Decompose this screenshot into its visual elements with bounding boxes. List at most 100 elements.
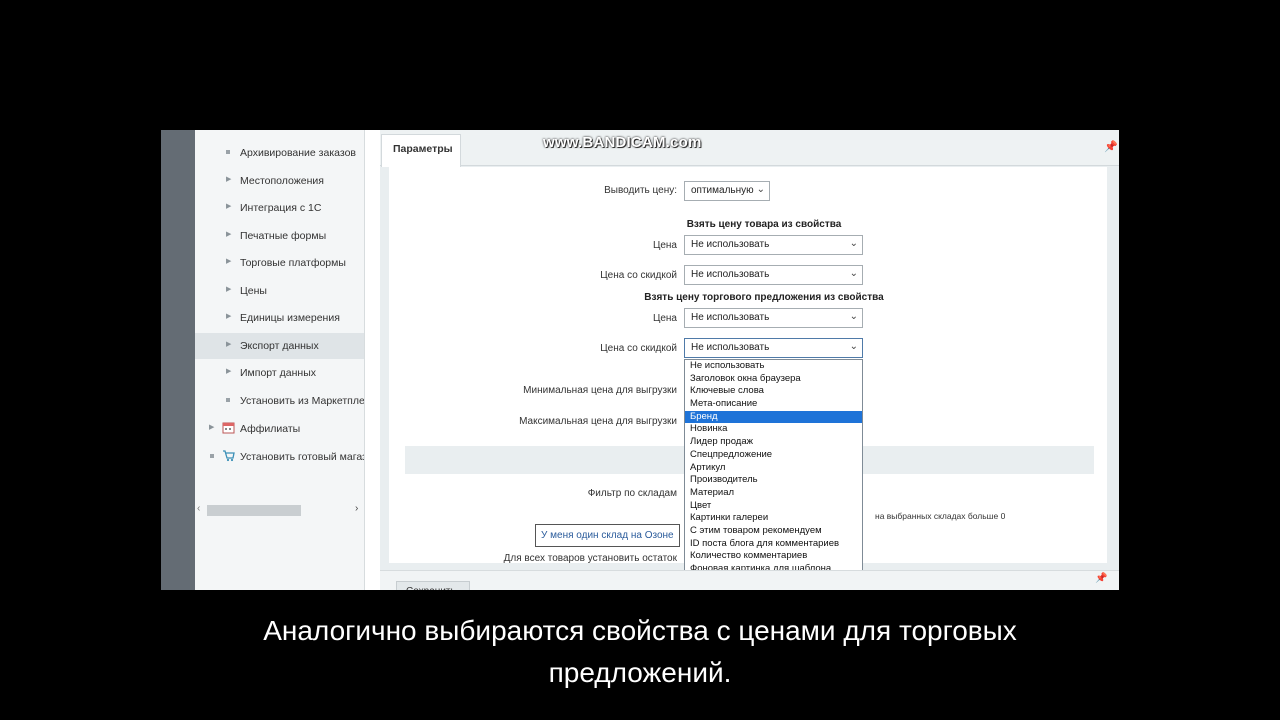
expand-arrow-icon[interactable]: ▶ — [226, 257, 231, 265]
expand-arrow-icon[interactable]: ▶ — [226, 340, 231, 348]
chevron-down-icon: ⌄ — [756, 184, 765, 195]
output-price-select[interactable]: оптимальную ⌄ — [684, 181, 770, 201]
sidebar-item-label: Местоположения — [240, 175, 324, 187]
parameters-form: Выводить цену: оптимальную ⌄ Взять цену … — [389, 167, 1107, 590]
sidebar-item-units[interactable]: ▶ Единицы измерения — [195, 305, 364, 331]
all-products-stock-label: Для всех товаров установить остаток — [503, 553, 677, 564]
scrollbar-thumb[interactable] — [207, 505, 301, 516]
expand-arrow-icon[interactable]: ▶ — [209, 423, 214, 431]
sidebar-item-label: Экспорт данных — [240, 340, 319, 352]
select-value: оптимальную — [691, 185, 754, 196]
offer-discount-price-dropdown[interactable]: Не использовать Заголовок окна браузера Кл… — [684, 359, 863, 590]
pin-icon[interactable]: 📌 — [1104, 140, 1118, 153]
sidebar-item-label: Архивирование заказов — [240, 147, 356, 159]
sidebar-item-label: Установить из Маркетплейса — [240, 395, 365, 407]
output-price-label: Выводить цену: — [604, 185, 677, 196]
dropdown-option[interactable]: Новинка — [685, 423, 862, 436]
bullet-icon — [210, 454, 214, 458]
save-button[interactable]: Сохранить — [396, 581, 470, 590]
sidebar-item-data-import[interactable]: ▶ Импорт данных — [195, 360, 364, 386]
dropdown-option[interactable]: Картинки галереи — [685, 512, 862, 525]
select-value: Не использовать — [691, 269, 770, 280]
sidebar-item-affiliates[interactable]: ▶ Аффилиаты — [195, 416, 364, 442]
scroll-right-icon[interactable]: › — [355, 503, 358, 514]
shopping-cart-icon — [223, 450, 235, 462]
subtitle-line: предложений. — [548, 657, 732, 688]
chevron-down-icon: ⌄ — [849, 311, 858, 322]
dropdown-option[interactable]: ID поста блога для комментариев — [685, 538, 862, 551]
discount-price-select[interactable]: Не использовать ⌄ — [684, 265, 863, 285]
tab-bar: Параметры 📌 — [380, 130, 1119, 167]
expand-arrow-icon[interactable]: ▶ — [226, 312, 231, 320]
dropdown-option[interactable]: Мета-описание — [685, 398, 862, 411]
video-subtitle: Аналогично выбираются свойства с ценами … — [140, 610, 1140, 694]
sidebar-item-label: Цены — [240, 285, 267, 297]
dropdown-option[interactable]: Цвет — [685, 500, 862, 513]
dropdown-option[interactable]: Артикул — [685, 462, 862, 475]
dropdown-option[interactable]: Материал — [685, 487, 862, 500]
sidebar-item-label: Единицы измерения — [240, 312, 340, 324]
price-select[interactable]: Не использовать ⌄ — [684, 235, 863, 255]
bullet-icon — [226, 150, 230, 154]
one-stock-button[interactable]: У меня один склад на Озоне — [535, 524, 680, 547]
chevron-down-icon: ⌄ — [849, 268, 858, 279]
subtitle-line: Аналогично выбираются свойства с ценами … — [263, 615, 1017, 646]
price-label: Цена — [652, 240, 677, 251]
sidebar-item-ready-shop[interactable]: Установить готовый магазин — [195, 444, 365, 470]
sidebar-horizontal-scrollbar[interactable]: ‹ › — [195, 502, 364, 518]
offer-discount-price-select[interactable]: Не использовать ⌄ — [684, 338, 863, 358]
sidebar-item-label: Торговые платформы — [240, 257, 346, 269]
affiliates-calendar-icon — [222, 422, 235, 434]
footer-bar: Сохранить 📌 — [380, 570, 1119, 590]
section-offer-price: Взять цену торгового предложения из свой… — [644, 292, 884, 303]
pin-icon[interactable]: 📌 — [1095, 573, 1107, 584]
bandicam-watermark: www.BANDICAM.com — [543, 134, 702, 151]
sidebar-item-orders-archive[interactable]: Архивирование заказов — [195, 140, 364, 166]
dropdown-option[interactable]: С этим товаром рекомендуем — [685, 525, 862, 538]
tab-parameters[interactable]: Параметры — [381, 134, 461, 167]
dropdown-option[interactable]: Ключевые слова — [685, 385, 862, 398]
min-price-label: Минимальная цена для выгрузки — [523, 385, 677, 396]
sidebar-item-label: Импорт данных — [240, 367, 316, 379]
sidebar-item-label: Интеграция с 1С — [240, 202, 322, 214]
dropdown-option[interactable]: Заголовок окна браузера — [685, 373, 862, 386]
dropdown-option[interactable]: Производитель — [685, 474, 862, 487]
section-product-price: Взять цену товара из свойства — [686, 219, 842, 230]
expand-arrow-icon[interactable]: ▶ — [226, 230, 231, 238]
discount-price-label: Цена со скидкой — [600, 270, 677, 281]
sidebar-item-locations[interactable]: ▶ Местоположения — [195, 168, 364, 194]
offer-price-select[interactable]: Не использовать ⌄ — [684, 308, 863, 328]
stock-filter-hint: на выбранных складах больше 0 — [875, 511, 1006, 521]
admin-window: Архивирование заказов ▶ Местоположения ▶… — [161, 130, 1119, 590]
sidebar-item-1c-integration[interactable]: ▶ Интеграция с 1С — [195, 195, 364, 221]
sidebar-item-label: Установить готовый магазин — [240, 451, 365, 463]
stock-filter-label: Фильтр по складам — [587, 488, 677, 499]
chevron-down-icon: ⌄ — [849, 341, 858, 352]
expand-arrow-icon[interactable]: ▶ — [226, 285, 231, 293]
main-panel: Параметры 📌 Выводить цену: оптимальную ⌄… — [380, 130, 1119, 590]
sidebar-item-marketplace-install[interactable]: Установить из Маркетплейса — [195, 388, 365, 414]
sidebar-item-prices[interactable]: ▶ Цены — [195, 278, 364, 304]
select-value: Не использовать — [691, 312, 770, 323]
admin-left-strip — [161, 130, 195, 590]
select-value: Не использовать — [691, 342, 770, 353]
scroll-left-icon[interactable]: ‹ — [197, 503, 200, 514]
expand-arrow-icon[interactable]: ▶ — [226, 367, 231, 375]
offer-discount-price-label: Цена со скидкой — [600, 343, 677, 354]
bullet-icon — [226, 398, 230, 402]
chevron-down-icon: ⌄ — [849, 238, 858, 249]
expand-arrow-icon[interactable]: ▶ — [226, 175, 231, 183]
dropdown-option[interactable]: Не использовать — [685, 360, 862, 373]
dropdown-option[interactable]: Количество комментариев — [685, 550, 862, 563]
sidebar-item-label: Печатные формы — [240, 230, 327, 242]
dropdown-option[interactable]: Спецпредложение — [685, 449, 862, 462]
offer-price-label: Цена — [652, 313, 677, 324]
sidebar-item-data-export[interactable]: ▶ Экспорт данных — [195, 333, 364, 359]
dropdown-option[interactable]: Бренд — [685, 410, 862, 424]
dropdown-option[interactable]: Лидер продаж — [685, 436, 862, 449]
sidebar-item-print-forms[interactable]: ▶ Печатные формы — [195, 223, 364, 249]
sidebar-item-trade-platforms[interactable]: ▶ Торговые платформы — [195, 250, 364, 276]
select-value: Не использовать — [691, 239, 770, 250]
max-price-label: Максимальная цена для выгрузки — [519, 416, 677, 427]
expand-arrow-icon[interactable]: ▶ — [226, 202, 231, 210]
